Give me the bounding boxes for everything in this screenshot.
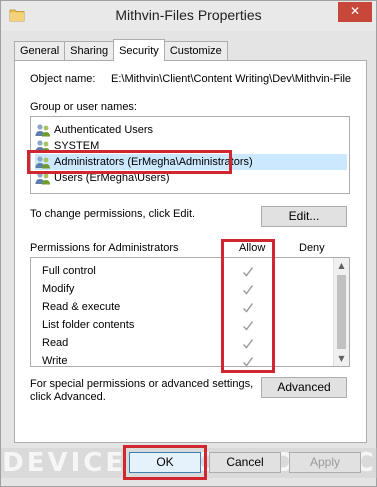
permissions-label: Permissions for Administrators	[30, 242, 179, 254]
apply-button[interactable]: Apply	[289, 452, 361, 473]
edit-hint: To change permissions, click Edit.	[30, 208, 196, 220]
permission-row: Full control	[42, 262, 96, 280]
list-item[interactable]: Authenticated Users	[35, 122, 153, 138]
permission-name: Read	[42, 337, 69, 349]
scroll-thumb[interactable]	[337, 275, 346, 349]
advanced-hint-line2: click Advanced.	[30, 391, 106, 403]
window-title: Mithvin-Files Properties	[115, 7, 262, 23]
object-name-value: E:\Mithvin\Client\Content Writing\Dev\Mi…	[111, 73, 351, 85]
properties-window: Mithvin-Files Properties ✕ General Shari…	[0, 0, 377, 487]
permissions-scrollbar[interactable]: ▲ ▼	[333, 258, 349, 366]
permission-row: List folder contents	[42, 316, 134, 334]
advanced-hint-line1: For special permissions or advanced sett…	[30, 378, 254, 390]
close-button[interactable]: ✕	[338, 2, 372, 22]
user-group-icon	[35, 124, 50, 137]
title-bar: Mithvin-Files Properties ✕	[1, 1, 376, 31]
permission-row: Modify	[42, 280, 74, 298]
permission-row: Read	[42, 334, 68, 352]
tab-security[interactable]: Security	[113, 39, 165, 61]
permission-name: Read & execute	[42, 301, 121, 313]
permission-name: Full control	[42, 265, 96, 277]
tab-customize[interactable]: Customize	[163, 41, 228, 61]
ok-button-highlight	[123, 445, 207, 480]
deny-header: Deny	[299, 242, 325, 254]
edit-button[interactable]: Edit...	[261, 206, 347, 227]
tab-general[interactable]: General	[14, 41, 66, 61]
selected-group-highlight	[27, 150, 232, 174]
tab-strip: General Sharing Security Customize	[14, 39, 228, 61]
permission-name: Write	[42, 355, 68, 367]
scroll-up-arrow-icon[interactable]: ▲	[334, 258, 349, 273]
group-name: Authenticated Users	[54, 124, 154, 136]
permissions-list[interactable]: Full control Modify Read & execute List …	[30, 257, 350, 367]
advanced-button[interactable]: Advanced	[261, 377, 347, 398]
permission-row: Read & execute	[42, 298, 120, 316]
scroll-down-arrow-icon[interactable]: ▼	[334, 351, 349, 366]
object-name-label: Object name:	[30, 73, 96, 85]
permission-name: List folder contents	[42, 319, 135, 331]
permission-name: Modify	[42, 283, 75, 295]
cancel-button[interactable]: Cancel	[209, 452, 281, 473]
tab-sharing[interactable]: Sharing	[64, 41, 115, 61]
allow-column-highlight	[221, 239, 275, 373]
permission-row: Write	[42, 352, 67, 370]
group-names-label: Group or user names:	[30, 101, 137, 113]
